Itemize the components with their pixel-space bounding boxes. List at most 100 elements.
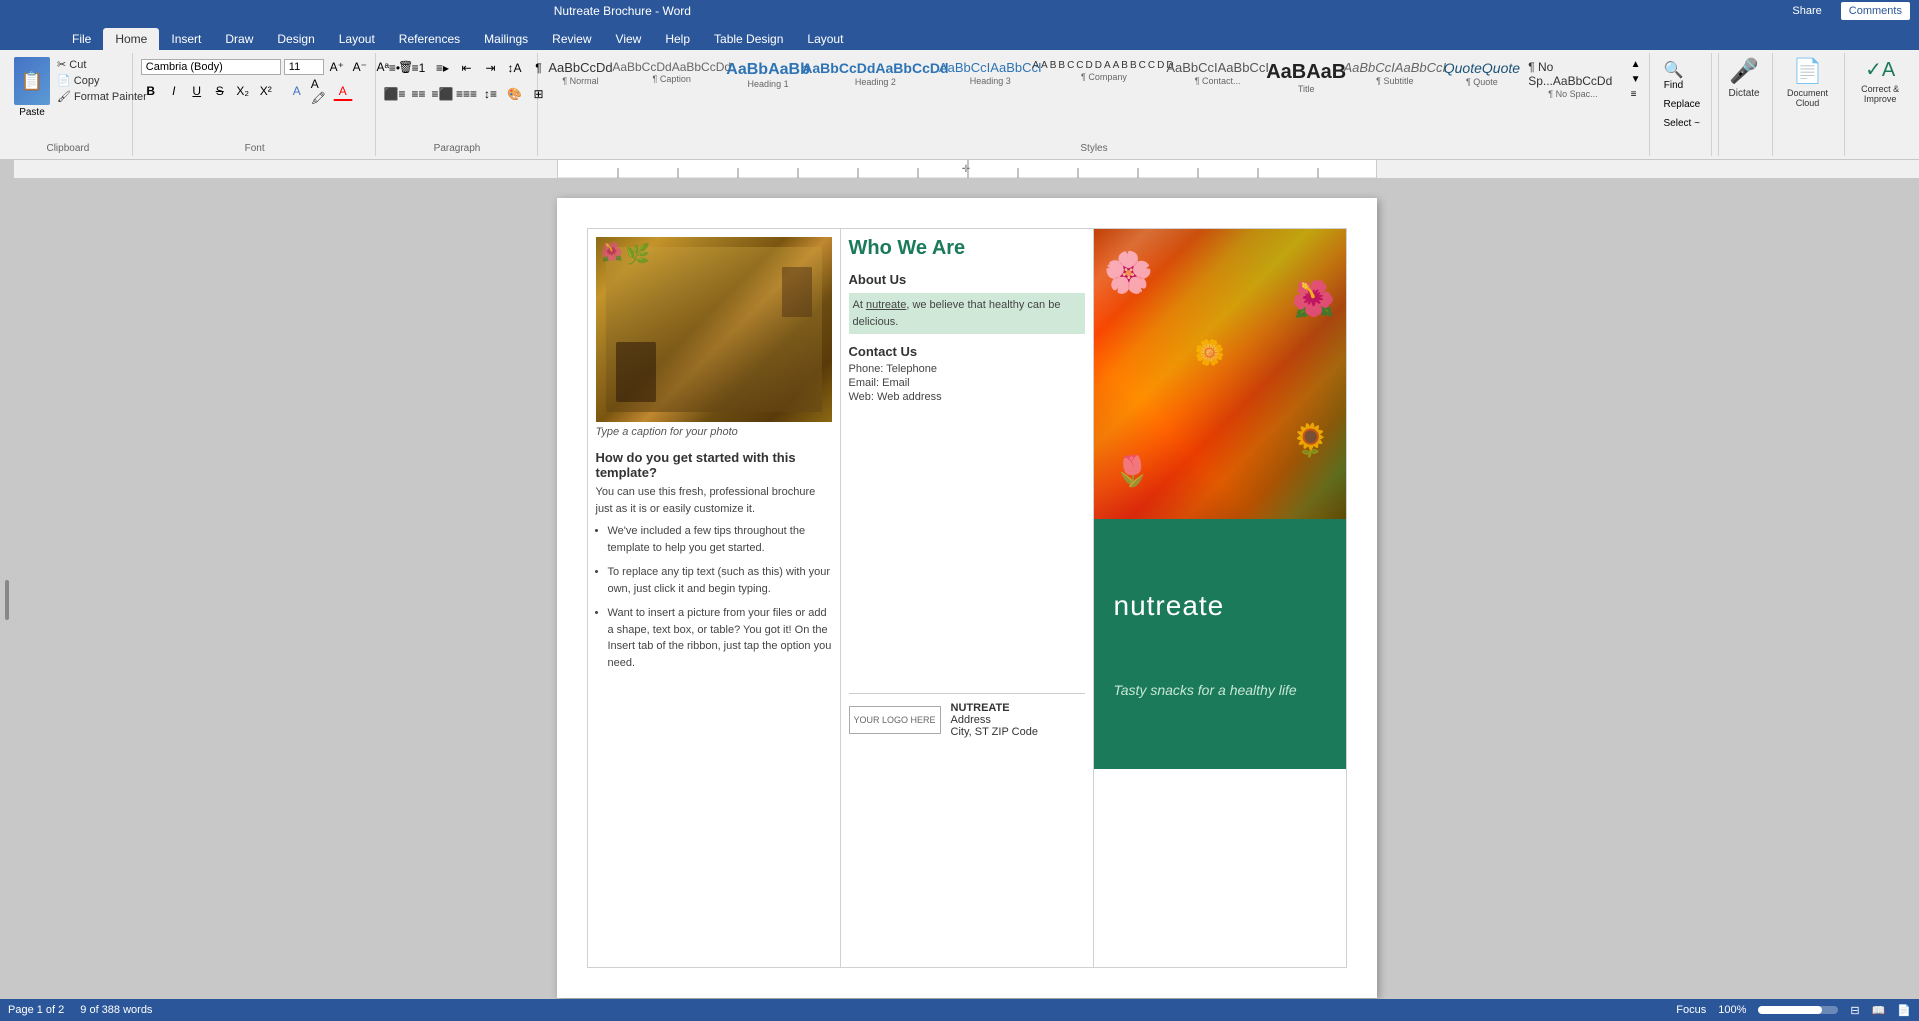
city-line: City, ST ZIP Code (951, 726, 1038, 738)
adobe-group[interactable]: 📄 Document Cloud (1772, 53, 1843, 156)
bold-button[interactable]: B (141, 81, 161, 101)
clipboard-label: Clipboard (46, 143, 89, 154)
paste-button[interactable]: 📋 Paste (10, 53, 54, 122)
find-label: Find (1664, 80, 1683, 91)
middle-column: Who We Are About Us At nutreate, we beli… (840, 229, 1093, 968)
contact-heading: Contact Us (849, 344, 1085, 359)
style-h1-label: Heading 1 (748, 79, 789, 89)
align-right-button[interactable]: ≡⬛ (432, 83, 454, 105)
adobe-label: Document Cloud (1783, 88, 1833, 108)
style-quote[interactable]: Quote ¶ Quote (1445, 57, 1520, 102)
status-bar: Page 1 of 2 9 of 388 words Focus 100% ⊟ … (0, 999, 1919, 1021)
tab-view[interactable]: View (604, 28, 654, 50)
shading-button[interactable]: 🎨 (504, 83, 526, 105)
tab-layout2[interactable]: Layout (795, 28, 855, 50)
scroll-thumb[interactable] (5, 580, 9, 620)
style-nospace-preview: AaBbCcDd (1528, 60, 1617, 89)
tagline: Tasty snacks for a healthy life (1114, 682, 1326, 698)
page-info: Page 1 of 2 (8, 1004, 64, 1016)
style-contact[interactable]: AaBbCcI ¶ Contact... (1170, 57, 1266, 102)
style-normal[interactable]: ¶ Normal (546, 57, 616, 102)
line-spacing-button[interactable]: ↕≡ (480, 83, 502, 105)
font-group: A⁺ A⁻ Aᵃ 🗑 B I U S X₂ X² A A🖍 A Font (135, 53, 376, 156)
style-subtitle[interactable]: AaBbCcI ¶ Subtitle (1347, 57, 1443, 102)
styles-scroll-down[interactable]: ▼ (1629, 72, 1643, 87)
superscript-button[interactable]: X² (256, 81, 276, 101)
print-layout-icon[interactable]: 📄 (1897, 1004, 1911, 1017)
flower3: 🌷 (1114, 454, 1151, 489)
style-heading3[interactable]: AaBbCcI Heading 3 (943, 57, 1039, 102)
tab-references[interactable]: References (387, 28, 472, 50)
tips-list: We've included a few tips throughout the… (608, 523, 832, 671)
subscript-button[interactable]: X₂ (233, 81, 253, 101)
decrease-indent-button[interactable]: ⇤ (456, 57, 478, 79)
style-caption[interactable]: AaBbCcDd ¶ Caption (618, 57, 726, 102)
style-title[interactable]: AaB Title (1267, 57, 1345, 102)
styles-scroll-up[interactable]: ▲ (1629, 57, 1643, 72)
font-size-input[interactable] (284, 59, 324, 75)
focus-label[interactable]: Focus (1676, 1004, 1706, 1016)
styles-more[interactable]: ≡ (1629, 87, 1643, 102)
right-column: 🌸 🌺 🌷 🌻 🌼 nutreate Tasty snacks for a he… (1093, 229, 1346, 968)
who-we-are-title: Who We Are (849, 237, 1085, 260)
font-name-input[interactable] (141, 59, 281, 75)
decrease-font-button[interactable]: A⁻ (350, 57, 370, 77)
find-button[interactable]: 🔍 Find (1658, 57, 1690, 94)
strikethrough-button[interactable]: S (210, 81, 230, 101)
tip-3: Want to insert a picture from your files… (608, 605, 832, 671)
style-quote-label: ¶ Quote (1466, 77, 1498, 87)
tab-review[interactable]: Review (540, 28, 603, 50)
tab-design[interactable]: Design (265, 28, 326, 50)
align-buttons-row: ⬛≡ ≡≡ ≡⬛ ≡≡≡ ↕≡ 🎨 ⊞ (384, 83, 550, 105)
text-effects-button[interactable]: A (287, 81, 307, 101)
adobe-icon: 📄 (1793, 57, 1823, 86)
comments-button[interactable]: Comments (1840, 1, 1911, 21)
style-h3-label: Heading 3 (970, 76, 1011, 86)
zoom-slider[interactable] (1758, 1006, 1838, 1014)
brochure-table: 🌿 🌺 Type a caption for your photo How do… (587, 228, 1347, 968)
sort-button[interactable]: ↕A (504, 57, 526, 79)
align-center-button[interactable]: ≡≡ (408, 83, 430, 105)
style-heading1[interactable]: AaBb Heading 1 (728, 57, 808, 102)
style-company[interactable]: AABBCCDD ¶ Company (1040, 57, 1168, 102)
tab-table-design[interactable]: Table Design (702, 28, 795, 50)
tab-home[interactable]: Home (103, 28, 159, 50)
bullets-button[interactable]: ≡• (384, 57, 406, 79)
numbering-button[interactable]: ≡1 (408, 57, 430, 79)
tab-file[interactable]: File (60, 28, 103, 50)
style-title-label: Title (1298, 84, 1315, 94)
select-button[interactable]: Select ~ (1658, 115, 1706, 132)
how-to-heading: How do you get started with this templat… (596, 450, 832, 480)
ribbon-tabs: File Home Insert Draw Design Layout Refe… (0, 22, 1919, 50)
tab-draw[interactable]: Draw (213, 28, 265, 50)
replace-button[interactable]: Replace (1658, 96, 1707, 113)
highlight-button[interactable]: A🖍 (310, 81, 330, 101)
share-button[interactable]: Share (1782, 1, 1831, 21)
flower2: 🌺 (1292, 279, 1336, 320)
read-mode-icon[interactable]: 📖 (1872, 1004, 1886, 1017)
align-left-button[interactable]: ⬛≡ (384, 83, 406, 105)
tab-insert[interactable]: Insert (159, 28, 213, 50)
underline-button[interactable]: U (187, 81, 207, 101)
font-color-button[interactable]: A (333, 81, 353, 101)
gradeproof-group[interactable]: ✓A Correct & Improve (1844, 53, 1915, 156)
layout-icon[interactable]: ⊟ (1850, 1004, 1859, 1017)
multilevel-button[interactable]: ≡▸ (432, 57, 454, 79)
document[interactable]: 🌿 🌺 Type a caption for your photo How do… (557, 198, 1377, 998)
dictate-group[interactable]: 🎤 Dictate (1718, 53, 1770, 156)
increase-indent-button[interactable]: ⇥ (480, 57, 502, 79)
tab-layout[interactable]: Layout (327, 28, 387, 50)
tab-mailings[interactable]: Mailings (472, 28, 540, 50)
increase-font-button[interactable]: A⁺ (327, 57, 347, 77)
flowers-image: 🌸 🌺 🌷 🌻 🌼 (1094, 229, 1346, 519)
italic-button[interactable]: I (164, 81, 184, 101)
phone-item: Phone: Telephone (849, 363, 1085, 375)
style-heading2[interactable]: AaBbCcDd Heading 2 (810, 57, 940, 102)
tab-help[interactable]: Help (653, 28, 702, 50)
style-subtitle-label: ¶ Subtitle (1376, 76, 1413, 86)
app-title: Nutreate Brochure - Word (554, 4, 691, 18)
email-item: Email: Email (849, 377, 1085, 389)
justify-button[interactable]: ≡≡≡ (456, 83, 478, 105)
style-nospace[interactable]: AaBbCcDd ¶ No Spac... (1521, 57, 1624, 102)
dictate-icon: 🎤 (1729, 57, 1759, 86)
